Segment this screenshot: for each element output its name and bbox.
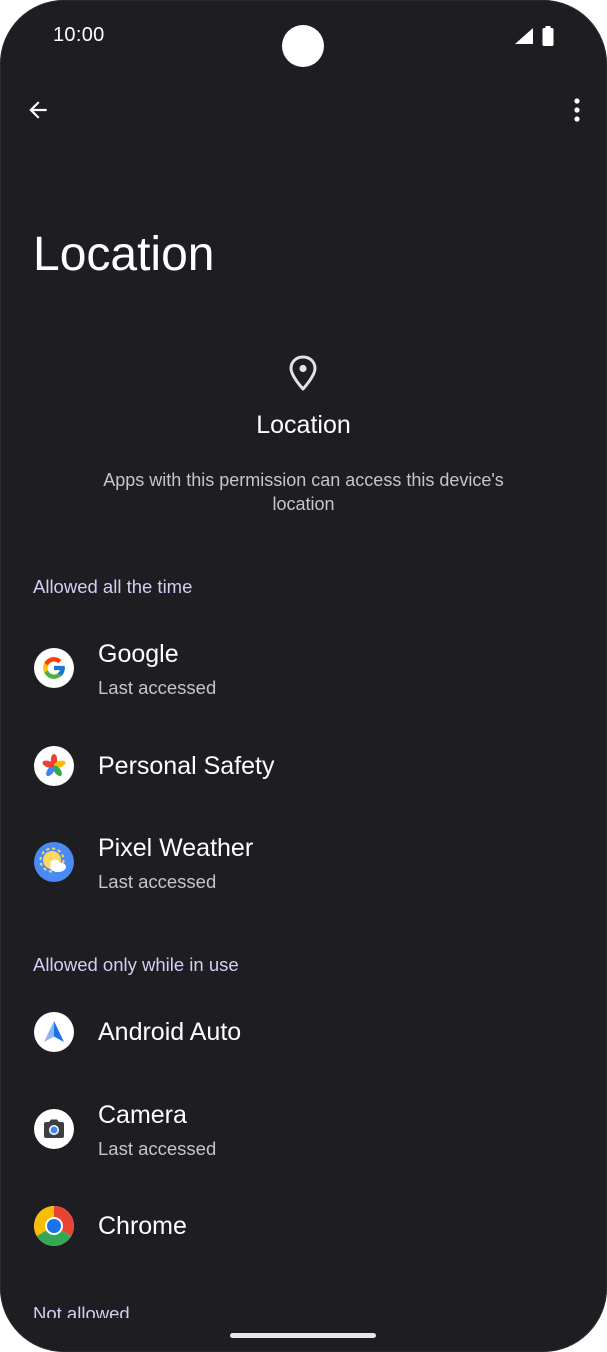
page-title: Location (33, 228, 215, 281)
phone-screen: 10:00 Location Location Apps with this p… (0, 0, 607, 1352)
app-row-personal-safety[interactable]: Personal Safety (0, 724, 607, 808)
app-name: Camera (98, 1101, 187, 1129)
app-row-chrome[interactable]: Chrome (0, 1184, 607, 1268)
battery-icon (542, 26, 554, 46)
app-name: Pixel Weather (98, 834, 254, 862)
section-header-allowed-in-use: Allowed only while in use (33, 954, 239, 975)
location-pin-icon (289, 355, 317, 391)
app-bar (0, 80, 607, 140)
app-row-google[interactable]: Google Last accessed (0, 626, 607, 710)
app-name: Google (98, 640, 179, 668)
back-button[interactable] (20, 92, 56, 128)
status-clock: 10:00 (53, 24, 105, 46)
app-name: Chrome (98, 1212, 187, 1240)
more-vert-icon (574, 98, 580, 122)
app-row-pixel-weather[interactable]: Pixel Weather Last accessed (0, 820, 607, 904)
app-row-camera[interactable]: Camera Last accessed (0, 1087, 607, 1171)
gesture-navigation-bar[interactable] (230, 1333, 376, 1338)
status-bar: 10:00 (0, 0, 607, 72)
pixel-weather-icon (34, 842, 74, 882)
app-name: Personal Safety (98, 752, 275, 780)
google-icon (34, 648, 74, 688)
section-header-not-allowed: Not allowed (33, 1303, 130, 1318)
app-last-accessed: Last accessed (98, 871, 217, 892)
app-last-accessed: Last accessed (98, 1138, 217, 1159)
permission-description: Apps with this permission can access thi… (103, 470, 504, 514)
more-options-button[interactable] (561, 92, 593, 128)
personal-safety-icon (34, 746, 74, 786)
app-row-android-auto[interactable]: Android Auto (0, 990, 607, 1074)
app-last-accessed: Last accessed (98, 677, 217, 698)
back-arrow-icon (29, 101, 47, 119)
camera-cutout (282, 25, 324, 67)
not-allowed-section-clip: Not allowed (0, 1296, 607, 1318)
chrome-icon (34, 1206, 74, 1246)
camera-icon (34, 1109, 74, 1149)
app-name: Android Auto (98, 1018, 242, 1046)
signal-icon (515, 28, 533, 44)
android-auto-icon (34, 1012, 74, 1052)
permission-title: Location (256, 411, 351, 439)
section-header-allowed-all: Allowed all the time (33, 576, 193, 597)
